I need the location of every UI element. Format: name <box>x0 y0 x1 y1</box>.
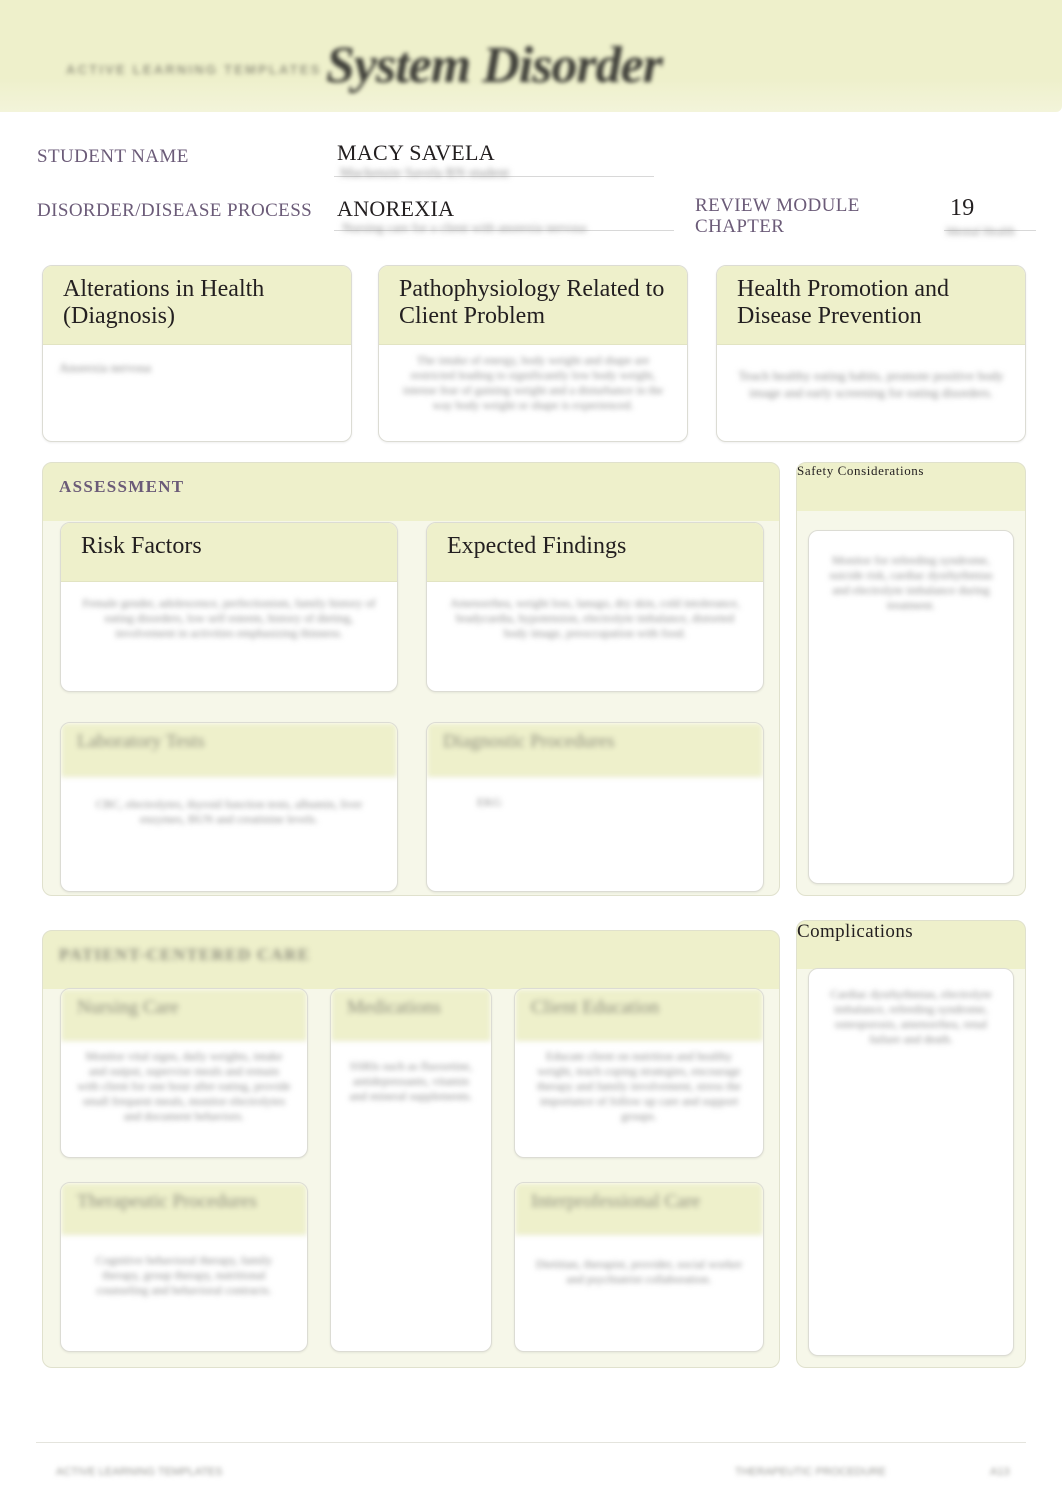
disorder-process-secondary-text: Nursing care for a client with anorexia … <box>342 220 587 235</box>
interprofessional-care-title: Interprofessional Care <box>515 1183 763 1235</box>
client-education-title: Client Education <box>515 989 763 1041</box>
disorder-process-value[interactable]: ANOREXIA <box>337 196 454 222</box>
footer-left-text: ACTIVE LEARNING TEMPLATES <box>56 1466 223 1478</box>
health-promotion-title: Health Promotion and Disease Prevention <box>717 266 1025 345</box>
assessment-section-title: ASSESSMENT <box>59 477 185 496</box>
interprofessional-care-card: Interprofessional Care Dietitian, therap… <box>514 1182 764 1352</box>
brand-logo-text: ACTIVE LEARNING TEMPLATES <box>66 62 322 77</box>
nursing-care-body: Monitor vital signs, daily weights, inta… <box>77 1049 291 1123</box>
alterations-in-health-card: Alterations in Health (Diagnosis) Anorex… <box>42 265 352 442</box>
student-name-value[interactable]: MACY SAVELA <box>337 140 495 166</box>
pathophysiology-body: The intake of energy, body weight and sh… <box>402 353 664 412</box>
pathophysiology-card: Pathophysiology Related to Client Proble… <box>378 265 688 442</box>
expected-findings-card: Expected Findings Amenorrhea, weight los… <box>426 522 764 692</box>
medications-body: SSRIs such as fluoxetine, antidepressant… <box>349 1059 473 1103</box>
footer-divider <box>36 1442 1026 1443</box>
laboratory-tests-card: Laboratory Tests CBC, electrolytes, thyr… <box>60 722 398 892</box>
disorder-process-label: DISORDER/DISEASE PROCESS <box>37 200 313 221</box>
review-module-chapter-label: REVIEW MODULE CHAPTER <box>695 195 860 237</box>
alterations-in-health-title: Alterations in Health (Diagnosis) <box>43 266 351 345</box>
medications-title: Medications <box>331 989 491 1041</box>
client-education-card: Client Education Educate client on nutri… <box>514 988 764 1158</box>
student-name-secondary-text: Mackenzie Savela RN student <box>340 166 510 181</box>
safety-considerations-section-title: Safety Considerations <box>797 463 925 478</box>
therapeutic-procedures-card: Therapeutic Procedures Cognitive behavio… <box>60 1182 308 1352</box>
nursing-care-card: Nursing Care Monitor vital signs, daily … <box>60 988 308 1158</box>
expected-findings-title: Expected Findings <box>427 523 763 582</box>
safety-considerations-body: Monitor for refeeding syndrome, suicide … <box>829 553 993 612</box>
review-module-chapter-secondary-text: Mental Health <box>946 224 1015 238</box>
client-education-body: Educate client on nutrition and healthy … <box>537 1049 741 1123</box>
expected-findings-body: Amenorrhea, weight loss, lanugo, dry ski… <box>450 596 740 640</box>
risk-factors-card: Risk Factors Female gender, adolescence,… <box>60 522 398 692</box>
therapeutic-procedures-body: Cognitive behavioral therapy, family the… <box>95 1253 273 1297</box>
footer-page-number: A13 <box>990 1466 1010 1478</box>
risk-factors-title: Risk Factors <box>61 523 397 582</box>
interprofessional-care-body: Dietitian, therapist, provider, social w… <box>535 1257 743 1286</box>
risk-factors-body: Female gender, adolescence, perfectionis… <box>82 596 376 640</box>
diagnostic-procedures-card: Diagnostic Procedures EKG <box>426 722 764 892</box>
page-title: System Disorder <box>326 37 663 94</box>
complications-card: Cardiac dysrhythmias, electrolyte imbala… <box>808 968 1014 1356</box>
complications-section-title: Complications <box>797 921 914 942</box>
safety-considerations-card: Monitor for refeeding syndrome, suicide … <box>808 530 1014 884</box>
diagnostic-procedures-title: Diagnostic Procedures <box>427 723 763 777</box>
nursing-care-title: Nursing Care <box>61 989 307 1041</box>
health-promotion-body: Teach healthy eating habits, promote pos… <box>738 368 1004 400</box>
complications-body: Cardiac dysrhythmias, electrolyte imbala… <box>830 987 992 1046</box>
patient-centered-care-section-title: PATIENT-CENTERED CARE <box>59 945 311 964</box>
header-banner: ACTIVE LEARNING TEMPLATES System Disorde… <box>0 0 1062 112</box>
student-name-label: STUDENT NAME <box>37 146 189 167</box>
review-module-chapter-value[interactable]: 19 <box>950 195 975 222</box>
health-promotion-card: Health Promotion and Disease Prevention … <box>716 265 1026 442</box>
therapeutic-procedures-title: Therapeutic Procedures <box>61 1183 307 1235</box>
footer-right-text: THERAPEUTIC PROCEDURE <box>735 1466 886 1478</box>
pathophysiology-title: Pathophysiology Related to Client Proble… <box>379 266 687 345</box>
medications-card: Medications SSRIs such as fluoxetine, an… <box>330 988 492 1352</box>
laboratory-tests-body: CBC, electrolytes, thyroid function test… <box>95 797 363 826</box>
laboratory-tests-title: Laboratory Tests <box>61 723 397 777</box>
diagnostic-procedures-body: EKG <box>477 795 502 809</box>
alterations-in-health-body: Anorexia nervosa <box>59 360 152 375</box>
